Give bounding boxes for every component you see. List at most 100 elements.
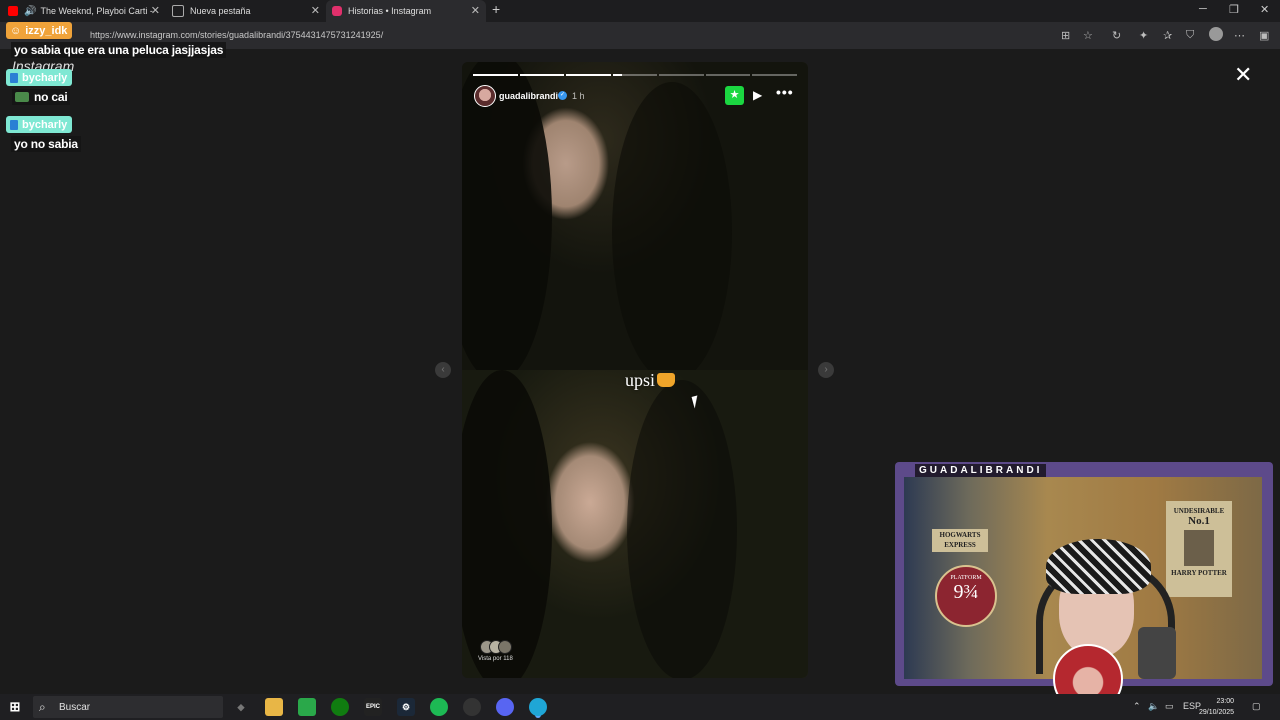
photo-shadow	[462, 370, 552, 678]
chat-username-badge: ☺ izzy_idk	[6, 22, 73, 39]
microphone	[1138, 627, 1176, 679]
photo-shadow	[612, 82, 732, 370]
network-icon[interactable]: ▭	[1165, 701, 1174, 712]
poster-photo	[1184, 530, 1214, 566]
photo-shadow	[462, 62, 552, 370]
badge-icon	[10, 119, 18, 130]
chat-username: bycharly	[22, 71, 68, 84]
close-window-button[interactable]: ✕	[1260, 3, 1269, 16]
tab-youtube[interactable]: 🔊 The Weeknd, Playboi Carti - ✕	[8, 0, 166, 22]
progress-segment	[566, 74, 611, 76]
emote-icon	[15, 92, 29, 102]
emoji-icon	[657, 373, 676, 387]
next-story-button[interactable]: ›	[818, 362, 834, 378]
refresh-icon[interactable]: ↻	[1112, 29, 1121, 42]
story-user-avatar[interactable]	[474, 85, 496, 107]
close-tab-icon[interactable]: ✕	[151, 4, 160, 17]
edge-icon[interactable]	[529, 698, 547, 716]
tab-instagram[interactable]: Historias • Instagram ✕	[326, 0, 486, 22]
store-icon[interactable]	[298, 698, 316, 716]
star-icon: ★	[725, 86, 744, 105]
youtube-icon	[8, 6, 18, 16]
viewer-avatars[interactable]	[480, 640, 512, 654]
progress-segment	[705, 74, 751, 76]
clock[interactable]: 23:00 29/10/2025	[1199, 696, 1234, 718]
volume-icon[interactable]: 🔈	[1148, 701, 1159, 712]
emote-icon: ☺	[10, 24, 22, 37]
tab-title: Nueva pestaña	[190, 6, 251, 16]
platform-sign: PLATFORM 9¾	[935, 565, 997, 627]
epic-games-icon[interactable]: EPIC	[364, 698, 382, 716]
previous-story-button[interactable]: ‹	[435, 362, 451, 378]
progress-segment	[752, 74, 798, 76]
progress-segment	[612, 74, 658, 76]
sidebar-icon[interactable]: ▣	[1259, 29, 1269, 42]
instagram-icon	[332, 6, 342, 16]
bandana	[1046, 539, 1151, 594]
taskbar-search[interactable]: ⌕ Buscar	[33, 696, 223, 718]
poster-line: HARRY POTTER	[1171, 569, 1227, 577]
taskbar: ⊞ ⌕ Buscar ◆ EPIC ⚙ ⌃ 🔈 ▭ ESP 23:00 29/1…	[0, 694, 1280, 720]
progress-segment	[659, 74, 704, 76]
story-viewer[interactable]: guadalibrandi ✓ 1 h ★ ▶ ••• upsi Vista p…	[462, 62, 808, 678]
file-explorer-icon[interactable]	[265, 698, 283, 716]
chat-username-badge: bycharly	[6, 116, 73, 133]
new-tab-button[interactable]: +	[492, 1, 500, 17]
page-icon	[172, 5, 184, 17]
speaker-icon: 🔊	[24, 5, 37, 17]
clock-date: 29/10/2025	[1199, 709, 1235, 716]
story-photo-bottom	[462, 370, 808, 678]
more-options-button[interactable]: •••	[776, 84, 794, 100]
story-caption: upsi	[625, 370, 676, 391]
discord-icon[interactable]	[496, 698, 514, 716]
photo-shadow	[627, 380, 737, 678]
play-button[interactable]: ▶	[753, 88, 762, 102]
chat-username-badge: bycharly	[6, 69, 73, 86]
caption-text: upsi	[625, 370, 656, 390]
xbox-icon[interactable]	[331, 698, 349, 716]
chat-message: yo no sabia	[11, 136, 81, 152]
favorite-star-icon[interactable]: ☆	[1083, 29, 1093, 42]
copilot-icon[interactable]: ◆	[232, 698, 250, 716]
url-field[interactable]: https://www.instagram.com/stories/guadal…	[90, 30, 383, 40]
menu-icon[interactable]: ⋯	[1234, 29, 1245, 42]
chevron-up-icon[interactable]: ⌃	[1133, 701, 1141, 712]
poster-line: UNDESIRABLE	[1173, 507, 1225, 515]
shield-icon[interactable]: ⛉	[1186, 29, 1194, 42]
profile-avatar[interactable]	[1209, 27, 1223, 41]
story-time: 1 h	[572, 91, 585, 101]
app-icon[interactable]: ⊞	[1061, 29, 1070, 42]
notification-icon[interactable]: ▢	[1252, 701, 1261, 712]
viewers-count[interactable]: Vista por 118	[478, 656, 513, 662]
minimize-button[interactable]: ─	[1199, 3, 1207, 15]
progress-segment	[519, 74, 565, 76]
story-progress-bar	[473, 74, 798, 76]
obs-icon[interactable]	[463, 698, 481, 716]
chat-username: izzy_idk	[25, 24, 68, 37]
steam-icon[interactable]: ⚙	[397, 698, 415, 716]
close-tab-icon[interactable]: ✕	[311, 4, 320, 17]
chat-message-text: no cai	[34, 90, 68, 104]
maximize-button[interactable]: ❐	[1229, 3, 1239, 16]
tab-title: The Weeknd, Playboi Carti -	[40, 6, 153, 16]
chat-message: no cai	[12, 89, 71, 105]
wanted-poster: UNDESIRABLE No.1 HARRY POTTER	[1166, 501, 1232, 597]
webcam-title: GUADALIBRANDI	[915, 464, 1047, 477]
verified-badge-icon: ✓	[558, 91, 567, 100]
favorites-icon[interactable]: ✰	[1163, 29, 1172, 42]
poster-line: No.1	[1188, 515, 1210, 527]
chat-username: bycharly	[22, 118, 68, 131]
platform-number: 9¾	[953, 581, 979, 603]
story-username[interactable]: guadalibrandi	[499, 91, 558, 101]
close-story-button[interactable]: ✕	[1234, 62, 1252, 88]
browser-tab-strip: 🔊 The Weeknd, Playboi Carti - ✕ Nueva pe…	[0, 0, 1280, 22]
windows-start-icon[interactable]: ⊞	[6, 698, 24, 716]
search-icon: ⌕	[39, 700, 46, 714]
badge-icon	[10, 72, 18, 83]
extension-icon[interactable]: ✦	[1139, 29, 1148, 42]
close-tab-icon[interactable]: ✕	[471, 4, 480, 17]
tab-new[interactable]: Nueva pestaña ✕	[166, 0, 326, 22]
hogwarts-poster: HOGWARTS EXPRESS	[932, 529, 988, 552]
spotify-icon[interactable]	[430, 698, 448, 716]
chat-message: yo sabia que era una peluca jasjjasjas	[11, 42, 227, 58]
